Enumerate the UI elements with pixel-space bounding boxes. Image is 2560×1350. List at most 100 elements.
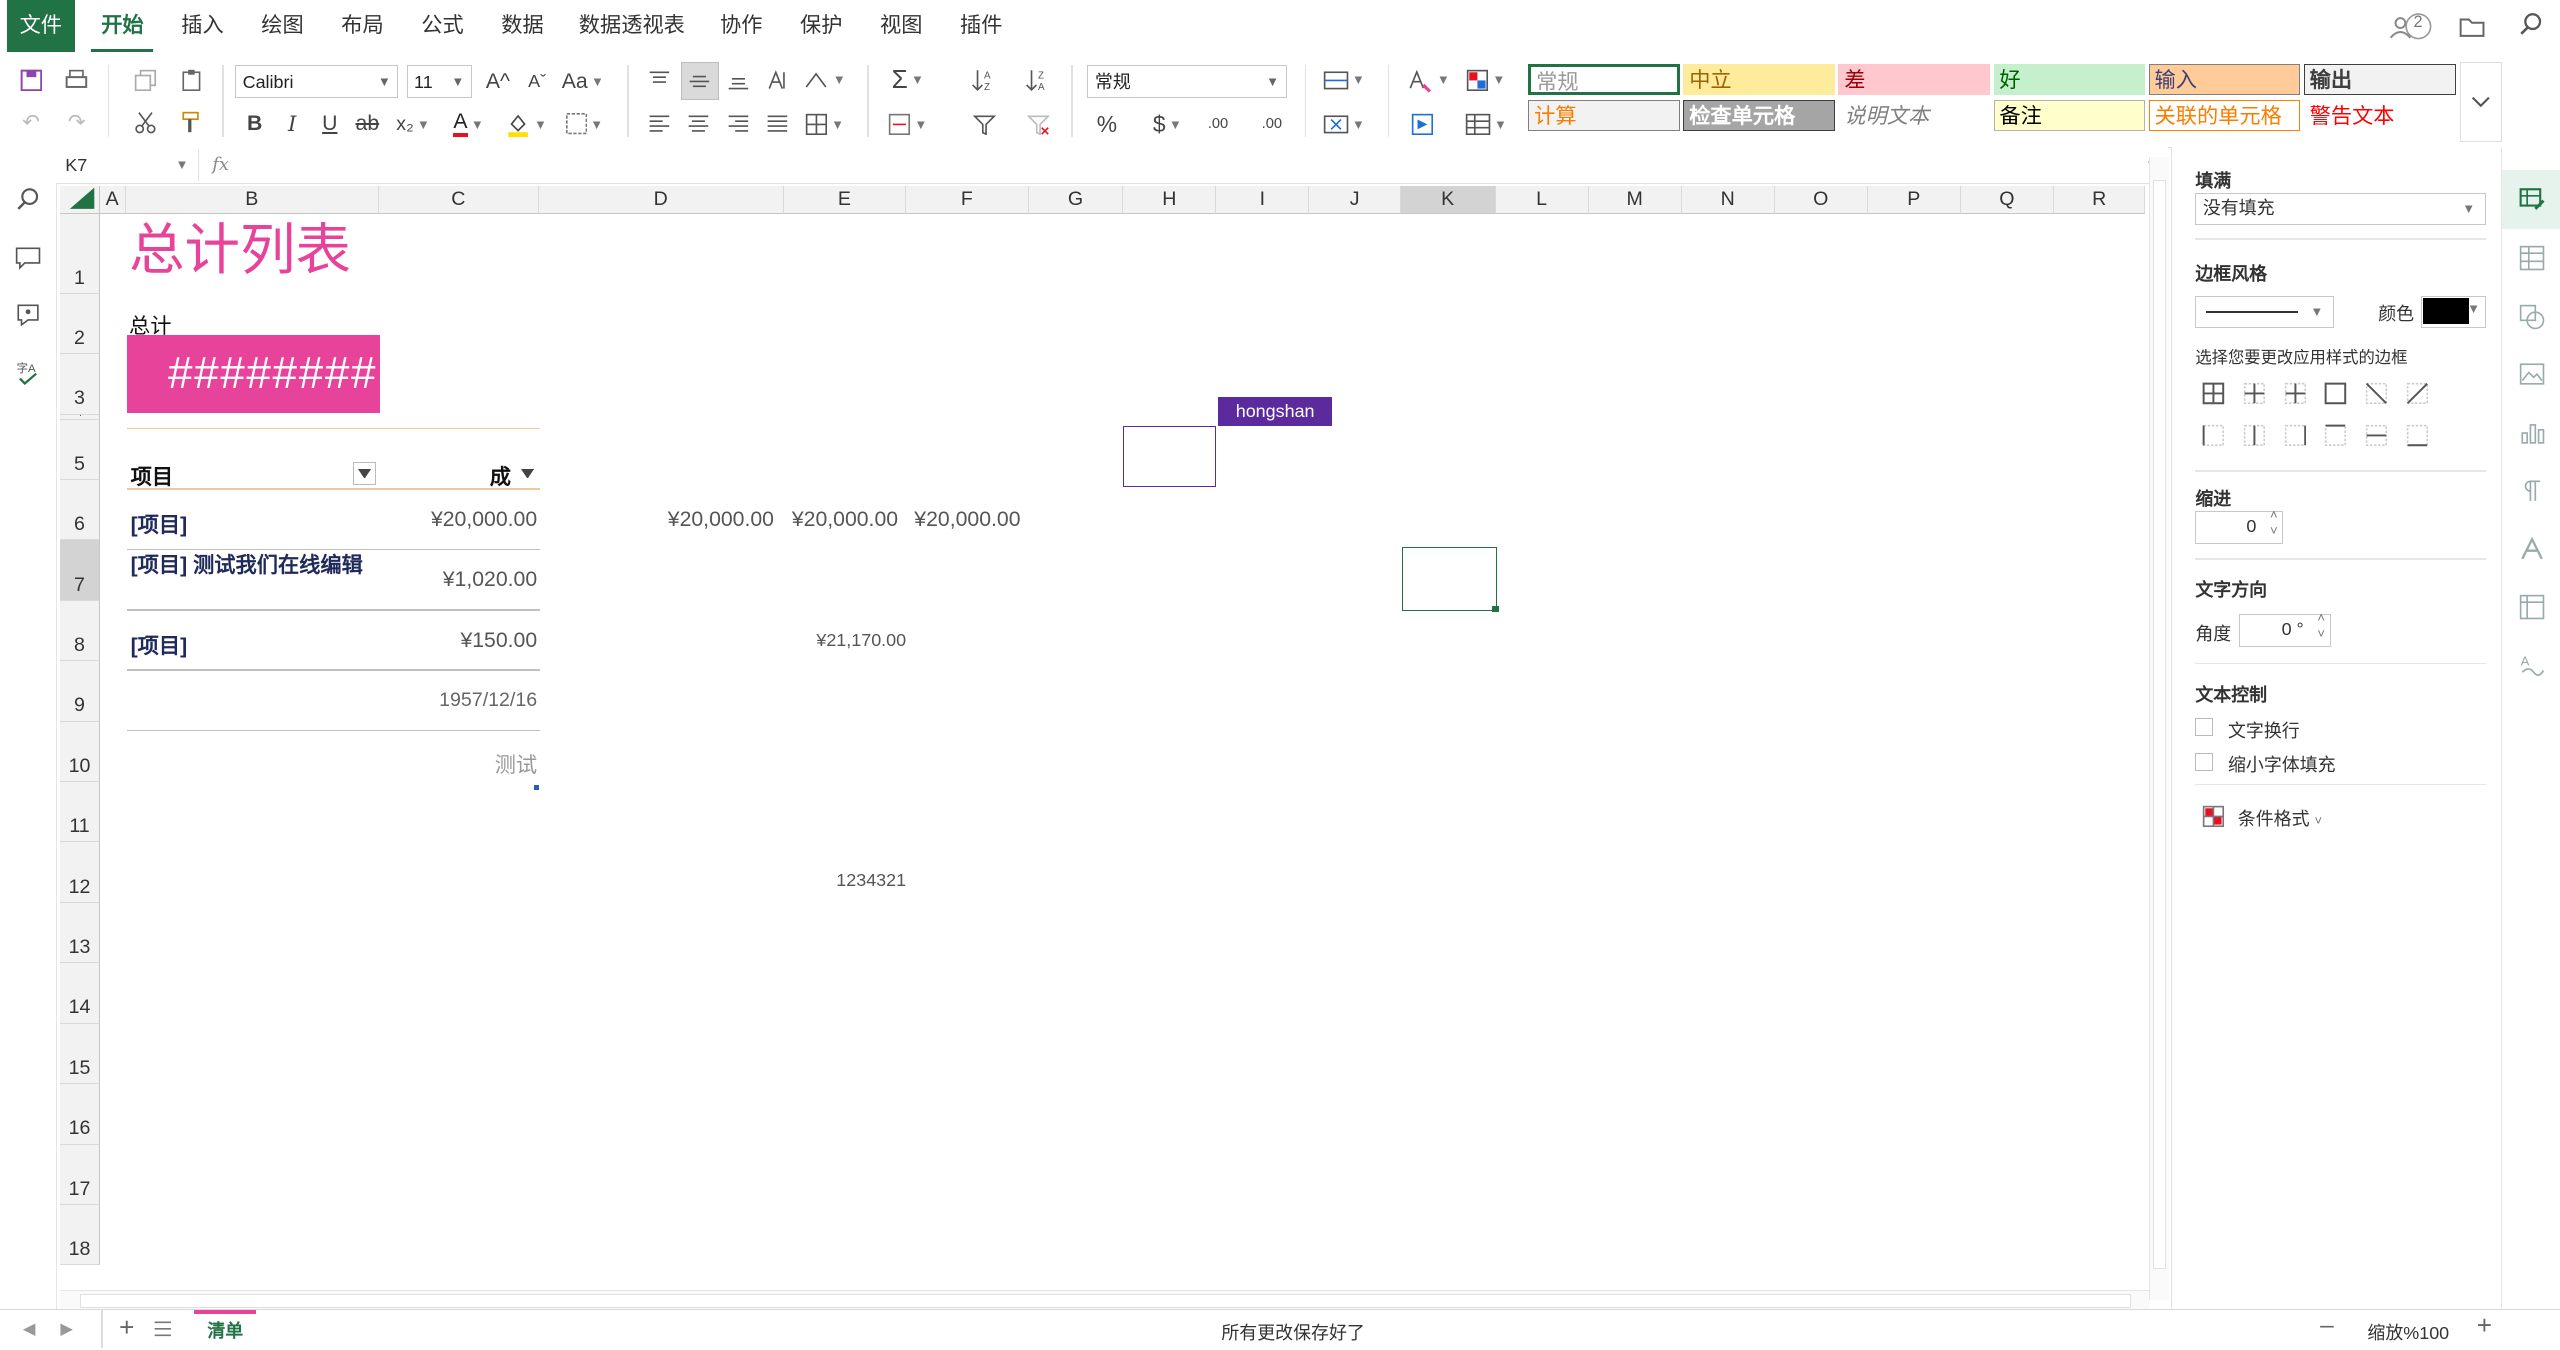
- strikethrough-button[interactable]: ab: [349, 106, 385, 142]
- row-header[interactable]: 10: [60, 721, 100, 783]
- zoom-in-button[interactable]: +: [2477, 1310, 2492, 1341]
- fill-handle[interactable]: [1492, 605, 1499, 613]
- cell-e12[interactable]: 1234321: [746, 870, 906, 891]
- filter-dropdown-button[interactable]: [516, 462, 539, 485]
- tab-draw[interactable]: 绘图: [253, 0, 312, 52]
- cell-style-option[interactable]: 常规: [1528, 63, 1681, 95]
- align-bottom-icon[interactable]: [720, 62, 756, 98]
- column-header[interactable]: H: [1123, 186, 1217, 214]
- tab-data[interactable]: 数据: [493, 0, 552, 52]
- text-art-settings-icon[interactable]: [2519, 536, 2545, 562]
- diagonal-down-icon[interactable]: [2365, 382, 2388, 405]
- left-border-icon[interactable]: [2202, 424, 2225, 447]
- conditional-format-button[interactable]: 条件格式 ˅: [2238, 805, 2322, 831]
- save-icon[interactable]: [13, 62, 49, 98]
- column-header[interactable]: Q: [1960, 186, 2054, 214]
- border-line-select[interactable]: ▼: [2195, 295, 2335, 329]
- cell-style-option[interactable]: 检查单元格: [1683, 99, 1836, 131]
- row-header[interactable]: 6: [60, 480, 100, 541]
- column-header[interactable]: E: [783, 186, 907, 214]
- add-sheet-icon[interactable]: +: [119, 1312, 134, 1343]
- border-color-picker[interactable]: ▼: [2420, 295, 2486, 329]
- format-painter-icon[interactable]: [173, 104, 209, 140]
- clear-icon[interactable]: ▼: [883, 106, 932, 142]
- column-header[interactable]: L: [1495, 186, 1589, 214]
- tab-layout[interactable]: 布局: [333, 0, 392, 52]
- subscript-button[interactable]: x₂ ▼: [389, 106, 438, 142]
- font-name-select[interactable]: Calibri ▼: [235, 65, 399, 98]
- comment-icon[interactable]: [15, 245, 41, 271]
- vertical-scrollbar[interactable]: [2148, 156, 2170, 1300]
- select-all-corner[interactable]: [60, 186, 100, 214]
- cell-f6[interactable]: ¥20,000.00: [914, 508, 1020, 532]
- column-header[interactable]: P: [1867, 186, 1961, 214]
- row-header[interactable]: 13: [60, 902, 100, 964]
- folder-icon[interactable]: [2459, 13, 2485, 39]
- tab-home[interactable]: 开始: [91, 0, 154, 53]
- fill-handle[interactable]: [533, 785, 539, 791]
- column-header[interactable]: N: [1681, 186, 1775, 214]
- merge-cells-icon[interactable]: ▼: [800, 106, 849, 142]
- column-header[interactable]: R: [2053, 186, 2146, 214]
- name-box[interactable]: K7 ▼: [59, 148, 200, 182]
- bottom-border-icon[interactable]: [2406, 424, 2429, 447]
- borders-button[interactable]: ▼: [560, 106, 609, 142]
- cell-style-option[interactable]: 备注: [1993, 99, 2146, 131]
- autosum-button[interactable]: Σ ▼: [883, 62, 932, 98]
- row-header[interactable]: 12: [60, 842, 100, 903]
- filter-dropdown-button[interactable]: [352, 462, 376, 485]
- sheet-tab[interactable]: 清单: [194, 1310, 257, 1350]
- indent-stepper[interactable]: 0 ˄ ˅: [2195, 507, 2284, 544]
- horizontal-scrollbar[interactable]: [60, 1289, 2149, 1311]
- all-borders-icon[interactable]: [2202, 382, 2225, 405]
- align-left-icon[interactable]: [642, 106, 678, 142]
- tab-formulas[interactable]: 公式: [413, 0, 472, 52]
- cell-style-option[interactable]: 输入: [2148, 63, 2301, 95]
- signature-settings-icon[interactable]: A: [2519, 651, 2545, 677]
- spellcheck-icon[interactable]: 字A: [15, 359, 41, 386]
- zoom-out-button[interactable]: –: [2320, 1312, 2334, 1340]
- cell-style-option[interactable]: 输出: [2303, 63, 2456, 95]
- tab-protect[interactable]: 保护: [792, 0, 851, 52]
- item-value[interactable]: ¥150.00: [322, 629, 537, 653]
- cell-e6[interactable]: ¥20,000.00: [792, 508, 898, 532]
- italic-button[interactable]: I: [274, 106, 310, 142]
- header-cost[interactable]: 成: [490, 460, 511, 491]
- cell-e8[interactable]: ¥21,170.00: [746, 630, 906, 651]
- paste-icon[interactable]: [173, 62, 209, 98]
- column-header[interactable]: G: [1028, 186, 1124, 214]
- item-value[interactable]: ¥20,000.00: [322, 508, 537, 532]
- shrink-font-button[interactable]: Aˇ: [519, 64, 555, 100]
- column-header[interactable]: F: [906, 186, 1029, 214]
- cell-style-option[interactable]: 差: [1838, 63, 1991, 95]
- redo-icon[interactable]: ↷: [59, 104, 95, 140]
- wrap-icon[interactable]: ▼: [800, 62, 849, 98]
- column-header[interactable]: C: [378, 186, 539, 214]
- cell-style-option[interactable]: 计算: [1528, 99, 1681, 131]
- row-header[interactable]: 9: [60, 661, 100, 722]
- inner-vertical-icon[interactable]: [2243, 424, 2266, 447]
- total-value-cell[interactable]: ########: [127, 334, 381, 414]
- tab-plugins[interactable]: 插件: [952, 0, 1011, 52]
- text-orientation-icon[interactable]: [759, 62, 795, 98]
- sheet-list-icon[interactable]: [153, 1319, 173, 1339]
- insert-cells-icon[interactable]: ▼: [1319, 62, 1368, 98]
- diagonal-up-icon[interactable]: [2406, 382, 2429, 405]
- date-cell[interactable]: 1957/12/16: [322, 689, 537, 712]
- fill-select[interactable]: 没有填充 ▼: [2195, 192, 2486, 226]
- formula-input[interactable]: [242, 149, 2136, 182]
- search-icon[interactable]: [15, 186, 41, 212]
- table-settings-icon[interactable]: [2519, 245, 2545, 271]
- insert-function-icon[interactable]: [1404, 106, 1440, 142]
- align-right-icon[interactable]: [720, 106, 756, 142]
- fill-color-button[interactable]: ▼: [501, 106, 550, 142]
- shrink-fit-checkbox[interactable]: [2195, 752, 2214, 771]
- chart-settings-icon[interactable]: [2519, 420, 2545, 446]
- row-header[interactable]: 1: [60, 213, 100, 294]
- align-middle-icon[interactable]: [680, 62, 719, 100]
- format-as-table-icon[interactable]: ▼: [1461, 106, 1510, 142]
- right-border-icon[interactable]: [2284, 424, 2307, 447]
- cell-style-option[interactable]: 警告文本: [2303, 99, 2456, 131]
- row-header[interactable]: 15: [60, 1023, 100, 1085]
- number-format-select[interactable]: 常规 ▼: [1087, 65, 1287, 98]
